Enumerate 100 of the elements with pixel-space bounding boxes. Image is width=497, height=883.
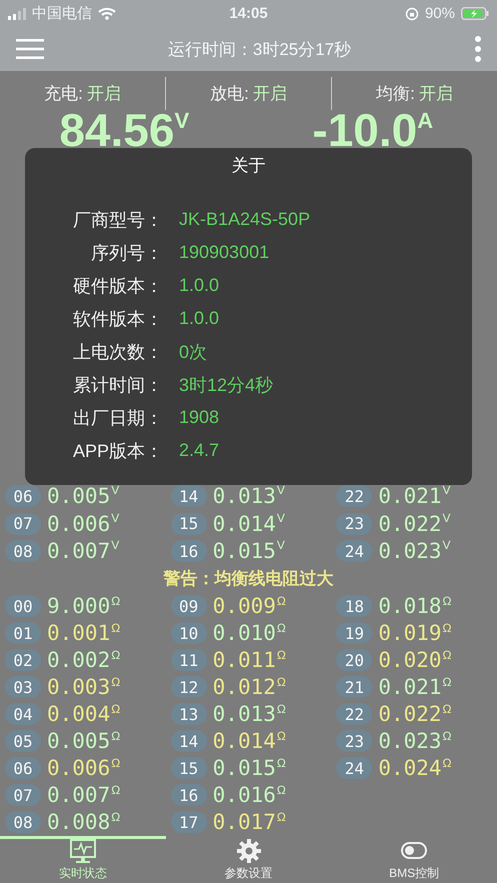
tab-item[interactable]: BMS控制 <box>331 836 497 883</box>
cell-value: 0.007 <box>47 783 110 808</box>
switch-label: 均衡: <box>376 82 415 105</box>
cell-number: 08 <box>5 811 41 834</box>
cell-value: 0.013 <box>212 702 276 726</box>
switch-label: 放电: <box>210 82 249 105</box>
unit-label: Ω <box>111 648 120 662</box>
info-value: 2.4.7 <box>179 440 220 461</box>
cell-value: 0.005 <box>47 729 110 754</box>
cell-value: 0.017 <box>212 810 276 834</box>
unit-label: Ω <box>111 620 120 635</box>
tab-item[interactable]: 实时状态 <box>0 836 166 883</box>
cell-value: 0.022 <box>378 702 442 726</box>
cell-value: 0.014 <box>212 512 276 536</box>
info-label: 厂商型号： <box>72 208 163 232</box>
unit-label: Ω <box>276 674 286 689</box>
menu-button[interactable] <box>16 39 44 60</box>
info-label: 序列号： <box>90 242 163 264</box>
unit-label: V <box>442 538 451 552</box>
info-value: 190903001 <box>179 242 270 263</box>
unit-label: V <box>111 510 120 525</box>
unit-label: Ω <box>111 728 120 743</box>
cell-value: 0.010 <box>212 621 276 646</box>
battery-charging-icon <box>461 7 489 20</box>
cell-value: 0.012 <box>212 675 276 700</box>
reading-value: 84.56 <box>59 110 174 150</box>
unit-label: Ω <box>276 782 286 797</box>
info-value: 1.0.0 <box>179 275 220 296</box>
cell-number: 16 <box>170 784 207 806</box>
cell-number: 24 <box>336 757 372 780</box>
cell-value: 0.001 <box>47 621 110 646</box>
cell-value: 0.003 <box>47 675 110 700</box>
unit-label: Ω <box>442 702 452 716</box>
cell-value: 0.015 <box>212 539 276 564</box>
signal-icon <box>8 8 26 20</box>
cell-value: 0.015 <box>212 756 276 780</box>
unit-label: V <box>111 538 120 552</box>
unit-label: V <box>276 483 285 498</box>
cell-value: 0.006 <box>47 512 110 536</box>
unit-label: Ω <box>111 756 120 770</box>
wifi-icon <box>98 7 116 20</box>
cell-value: 0.019 <box>378 621 442 646</box>
info-value: 0次 <box>179 340 208 364</box>
cell-number: 14 <box>170 485 207 508</box>
cell-number: 06 <box>5 485 41 508</box>
cell-value: 0.016 <box>212 783 276 808</box>
monitor-icon <box>70 839 96 864</box>
cell-number: 03 <box>5 676 41 698</box>
cell-number: 07 <box>5 784 41 806</box>
unit-label: Ω <box>442 728 452 743</box>
switch-status: 开启 <box>86 82 121 105</box>
unit-label: Ω <box>276 702 286 716</box>
info-value: 3时12分4秒 <box>179 374 274 396</box>
unit-label: Ω <box>111 674 120 689</box>
cell-number: 23 <box>336 730 372 752</box>
reading-unit: A <box>417 110 434 132</box>
more-icon <box>475 36 481 62</box>
unit-label: Ω <box>442 594 452 608</box>
cell-number: 07 <box>5 512 41 535</box>
warning-text: 警告：均衡线电阻过大 <box>162 568 334 590</box>
cell-number: 14 <box>170 730 207 752</box>
cell-value: 0.004 <box>47 702 110 726</box>
cell-number: 19 <box>336 622 372 644</box>
cell-number: 16 <box>170 540 207 562</box>
unit-label: V <box>442 510 451 525</box>
info-value: JK-B1A24S-50P <box>179 209 310 230</box>
more-button[interactable] <box>475 36 481 62</box>
switch-status: 开启 <box>252 82 287 105</box>
cell-value: 0.023 <box>378 729 442 754</box>
cell-number: 21 <box>336 676 372 698</box>
cell-value: 0.009 <box>212 594 276 618</box>
unit-label: V <box>276 510 285 525</box>
gear-icon <box>236 839 262 864</box>
unit-label: Ω <box>111 782 120 797</box>
switch-status: 开启 <box>418 82 453 105</box>
cell-number: 08 <box>5 540 41 562</box>
cell-value: 0.006 <box>47 756 110 780</box>
cell-number: 15 <box>170 512 207 535</box>
unit-label: Ω <box>276 756 286 770</box>
cell-number: 15 <box>170 757 207 780</box>
cell-number: 23 <box>336 512 372 535</box>
battery-percent: 90% <box>424 5 455 22</box>
tab-item[interactable]: 参数设置 <box>166 836 332 883</box>
cell-number: 06 <box>5 757 41 780</box>
unit-label: Ω <box>442 620 452 635</box>
unit-label: Ω <box>276 620 286 635</box>
cell-number: 22 <box>336 485 372 508</box>
reading-value: -10.0 <box>312 110 418 150</box>
cell-value: 0.018 <box>378 594 442 618</box>
cell-number: 05 <box>5 730 41 752</box>
cell-number: 22 <box>336 703 372 726</box>
cell-value: 0.013 <box>212 484 276 508</box>
cell-value: 0.022 <box>378 512 442 536</box>
cell-number: 12 <box>170 676 207 698</box>
unit-label: V <box>111 483 120 498</box>
rotation-lock-icon <box>404 6 419 21</box>
info-label: 上电次数： <box>72 340 163 364</box>
cell-number: 24 <box>336 540 372 562</box>
menu-icon <box>16 39 44 60</box>
unit-label: Ω <box>442 756 452 770</box>
